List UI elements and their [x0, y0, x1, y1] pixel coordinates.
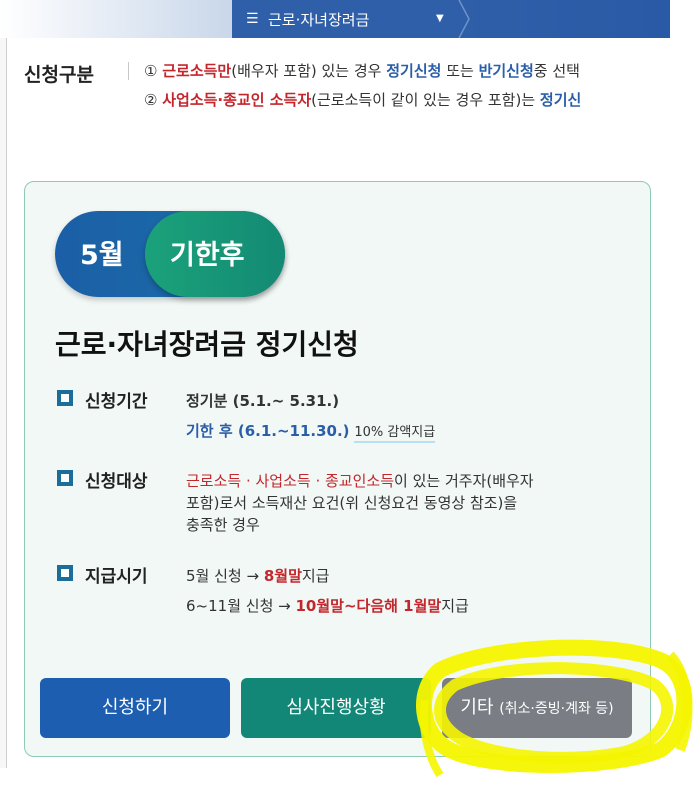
period-late: 기한 후 (6.1.~11.30.)	[186, 422, 350, 440]
left-edge-panel	[0, 38, 7, 768]
category-line-2-num: ②	[144, 91, 158, 109]
category-line-2-red: 사업소득·종교인 소득자	[162, 91, 312, 109]
category-line-1-num: ①	[144, 62, 158, 80]
nav-bar-right	[458, 0, 670, 38]
target-income-types: 근로소득 · 사업소득 · 종교인소득	[186, 472, 395, 490]
category-label: 신청구분	[24, 64, 94, 86]
checkbox-square-icon	[57, 470, 73, 486]
top-nav-bar: ☰ 근로·자녀장려금 ▼	[0, 0, 670, 38]
payment-line-1-pre: 5월 신청 →	[186, 567, 264, 585]
period-late-note: 10% 감액지급	[354, 425, 436, 443]
payment-line-1-post: 지급	[301, 567, 330, 585]
payment-line-2-post: 지급	[441, 597, 469, 615]
pill-month-label: 5월	[80, 240, 124, 271]
category-line-2-mid1: (근로소득이 같이 있는 경우 포함)는	[311, 91, 540, 109]
hamburger-icon[interactable]: ☰	[246, 11, 259, 27]
target-line-2: 포함)로서 소득재산 요건(위 신청요건 동영상 참조)을	[186, 494, 518, 512]
period-label: 신청기간	[85, 392, 148, 412]
category-divider	[128, 62, 129, 80]
nav-current-label[interactable]: 근로·자녀장려금	[268, 9, 369, 30]
category-line-1-blue2: 반기신청	[478, 62, 534, 80]
period-late-line: 기한 후 (6.1.~11.30.) 10% 감액지급	[186, 420, 436, 443]
payment-line-2-pre: 6~11월 신청 →	[186, 597, 296, 615]
payment-line-1-red: 8월말	[263, 567, 302, 585]
category-line-1-red: 근로소득만	[162, 62, 232, 80]
other-options-button[interactable]: 기타 (취소·증빙·계좌 등)	[442, 678, 632, 738]
target-rest-1: 이 있는 거주자(배우자	[394, 472, 534, 490]
apply-button[interactable]: 신청하기	[40, 678, 230, 738]
payment-label: 지급시기	[85, 567, 148, 587]
target-line-3: 충족한 경우	[186, 516, 260, 534]
category-line-1: ① 근로소득만(배우자 포함) 있는 경우 정기신청 또는 반기신청중 선택	[144, 60, 580, 81]
category-line-1-blue1: 정기신청	[386, 62, 442, 80]
payment-line-2: 6~11월 신청 → 10월말~다음해 1월말지급	[186, 595, 469, 616]
nav-breadcrumb-spacer	[0, 0, 232, 38]
checkbox-square-icon	[57, 565, 73, 581]
category-line-2: ② 사업소득·종교인 소득자(근로소득이 같이 있는 경우 포함)는 정기신	[144, 89, 581, 110]
payment-line-2-red: 10월말~다음해 1월말	[295, 597, 442, 615]
category-line-2-blue1: 정기신	[539, 91, 582, 109]
category-line-1-tail: 중 선택	[533, 62, 580, 80]
late-filing-badge-label: 기한후	[170, 240, 245, 271]
category-line-1-mid1: (배우자 포함) 있는 경우	[231, 62, 387, 80]
review-status-button[interactable]: 심사진행상황	[241, 678, 431, 738]
payment-line-1: 5월 신청 → 8월말지급	[186, 565, 329, 586]
checkbox-square-icon	[57, 390, 73, 406]
card-title: 근로·자녀장려금 정기신청	[55, 328, 359, 361]
period-regular: 정기분 (5.1.~ 5.31.)	[186, 392, 340, 410]
target-label: 신청대상	[85, 472, 148, 492]
caret-down-icon[interactable]: ▼	[436, 13, 444, 24]
other-options-label: 기타	[460, 697, 494, 718]
target-line-1: 근로소득 · 사업소득 · 종교인소득이 있는 거주자(배우자	[186, 470, 534, 491]
nav-chevron-separator	[458, 0, 470, 38]
category-line-1-mid2: 또는	[441, 62, 479, 80]
other-options-sublabel: (취소·증빙·계좌 등)	[499, 701, 614, 717]
